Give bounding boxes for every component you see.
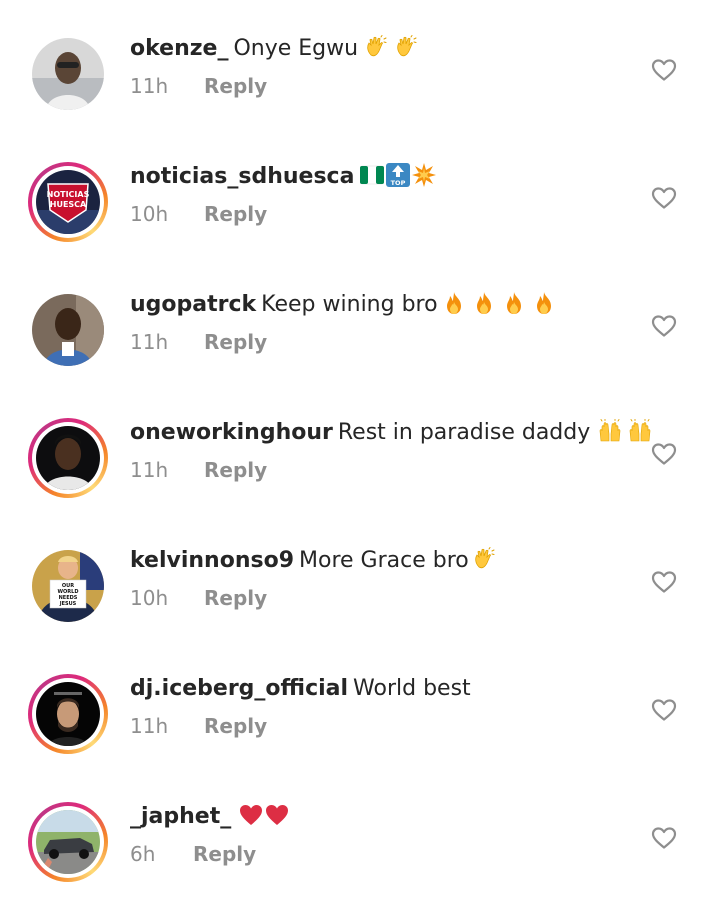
raising-hands-icon	[596, 419, 624, 443]
comment-username[interactable]: kelvinnonso9	[130, 548, 294, 573]
avatar[interactable]: NOTICIAS HUESCA	[28, 162, 108, 242]
avatar-photo	[36, 682, 100, 746]
comment-text: okenze_ Onye Egwu	[130, 35, 418, 63]
avatar[interactable]: OUR WORLD NEEDS JESUS	[32, 550, 104, 622]
like-heart-icon[interactable]	[651, 826, 677, 850]
reply-button[interactable]: Reply	[204, 329, 267, 355]
comment-meta: 11h	[130, 329, 168, 355]
fire-icon	[502, 291, 526, 315]
fire-icon	[532, 291, 556, 315]
comment-username[interactable]: _japhet_	[130, 804, 231, 829]
comment-meta: 10h	[130, 201, 168, 227]
avatar-ring	[32, 806, 104, 878]
avatar-ring: NOTICIAS HUESCA	[32, 166, 104, 238]
avatar-logo-text: NOTICIAS	[47, 190, 90, 199]
comment-timestamp: 11h	[130, 458, 169, 482]
top-arrow-icon	[386, 163, 410, 187]
like-heart-icon[interactable]	[651, 186, 677, 210]
comment-username[interactable]: okenze_	[130, 36, 228, 61]
comment-text: dj.iceberg_official World best	[130, 675, 471, 703]
comment-timestamp: 6h	[130, 842, 156, 866]
comment-text: _japhet_	[130, 803, 289, 831]
avatar-photo	[32, 38, 104, 110]
comment-meta: 11h	[130, 457, 168, 483]
like-heart-icon[interactable]	[651, 698, 677, 722]
comment-timestamp: 11h	[130, 714, 169, 738]
comment-timestamp: 10h	[130, 586, 169, 610]
clap-icon	[394, 35, 418, 59]
comment-body: Onye Egwu	[233, 36, 359, 61]
fire-icon	[442, 291, 466, 315]
nigeria-flag-icon	[360, 163, 384, 187]
avatar-photo	[32, 294, 104, 366]
collision-icon	[412, 163, 436, 187]
comment-body: World best	[353, 676, 471, 701]
reply-button[interactable]: Reply	[193, 841, 256, 867]
like-heart-icon[interactable]	[651, 570, 677, 594]
comment-username[interactable]: oneworkinghour	[130, 420, 333, 445]
avatar[interactable]	[32, 38, 104, 110]
comment-item: oneworkinghour Rest in paradise daddy 11h…	[0, 384, 720, 512]
comment-text: kelvinnonso9 More Grace bro	[130, 547, 496, 575]
fire-icon	[472, 291, 496, 315]
comment-item: ugopatrck Keep wining bro 11h Reply	[0, 256, 720, 384]
comment-username[interactable]: noticias_sdhuesca	[130, 164, 354, 189]
comment-text: oneworkinghour Rest in paradise daddy	[130, 419, 654, 447]
comment-timestamp: 10h	[130, 202, 169, 226]
red-heart-icon	[265, 803, 289, 827]
comment-text: ugopatrck Keep wining bro	[130, 291, 556, 319]
avatar[interactable]	[28, 802, 108, 882]
avatar-photo: OUR WORLD NEEDS JESUS	[32, 550, 104, 622]
comment-meta: 11h	[130, 713, 168, 739]
avatar-photo	[36, 810, 100, 874]
comment-meta: 11h	[130, 73, 168, 99]
avatar[interactable]	[28, 418, 108, 498]
comment-item: dj.iceberg_official World best 11h Reply	[0, 640, 720, 768]
comment-body: Rest in paradise daddy	[337, 420, 591, 445]
comment-body: Keep wining bro	[261, 292, 438, 317]
comment-username[interactable]: dj.iceberg_official	[130, 676, 348, 701]
comment-item: NOTICIAS HUESCA noticias_sdhuesca 10h Re…	[0, 128, 720, 256]
avatar[interactable]	[28, 674, 108, 754]
clap-icon	[472, 547, 496, 571]
like-heart-icon[interactable]	[651, 58, 677, 82]
avatar-photo: NOTICIAS HUESCA	[36, 170, 100, 234]
raising-hands-icon	[626, 419, 654, 443]
comment-meta: 6h	[130, 841, 155, 867]
red-heart-icon	[239, 803, 263, 827]
like-heart-icon[interactable]	[651, 442, 677, 466]
clap-icon	[364, 35, 388, 59]
comment-item: okenze_ Onye Egwu 11h Reply	[0, 0, 720, 128]
reply-button[interactable]: Reply	[204, 713, 267, 739]
comment-meta: 10h	[130, 585, 168, 611]
avatar-logo-text: HUESCA	[50, 200, 87, 209]
avatar[interactable]	[32, 294, 104, 366]
comment-item: OUR WORLD NEEDS JESUS kelvinnonso9 More G…	[0, 512, 720, 640]
avatar-ring	[32, 422, 104, 494]
avatar-sign-text: JESUS	[59, 601, 77, 607]
comment-username[interactable]: ugopatrck	[130, 292, 256, 317]
like-heart-icon[interactable]	[651, 314, 677, 338]
comment-timestamp: 11h	[130, 74, 169, 98]
reply-button[interactable]: Reply	[204, 201, 267, 227]
avatar-photo	[36, 426, 100, 490]
comment-item: _japhet_ 6h Reply	[0, 768, 720, 896]
comment-timestamp: 11h	[130, 330, 169, 354]
reply-button[interactable]: Reply	[204, 585, 267, 611]
avatar-ring	[32, 678, 104, 750]
reply-button[interactable]: Reply	[204, 73, 267, 99]
comment-text: noticias_sdhuesca	[130, 163, 436, 191]
comment-body: More Grace bro	[299, 548, 469, 573]
reply-button[interactable]: Reply	[204, 457, 267, 483]
